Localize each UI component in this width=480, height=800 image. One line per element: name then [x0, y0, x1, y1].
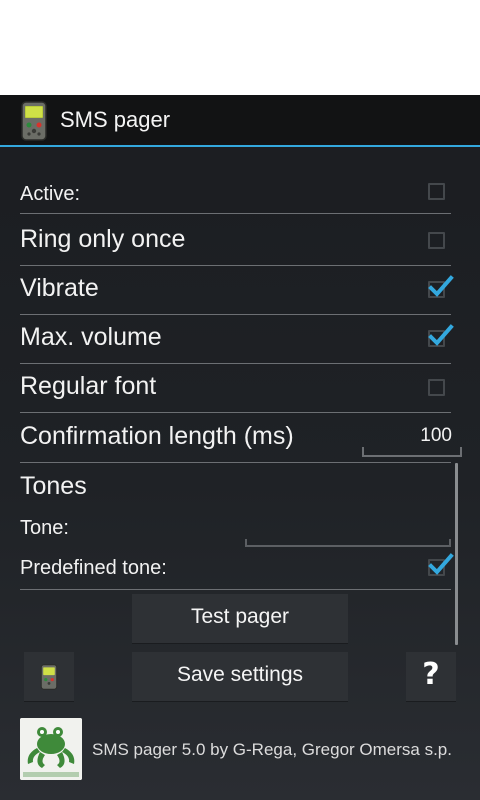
setting-max-volume[interactable]: Max. volume: [20, 316, 454, 364]
regular-font-label: Regular font: [20, 372, 157, 400]
setting-active[interactable]: Active:: [20, 177, 451, 214]
ring-only-once-checkbox[interactable]: [428, 232, 445, 249]
footer-credits: SMS pager 5.0 by G-Rega, Gregor Omersa s…: [92, 740, 452, 759]
setting-confirmation-length: Confirmation length (ms) 100: [20, 415, 462, 463]
pager-icon: [40, 664, 58, 690]
test-pager-label: Test pager: [190, 605, 290, 628]
tone-label: Tone:: [20, 517, 69, 539]
help-icon: ?: [422, 657, 440, 692]
save-settings-label: Save settings: [176, 663, 304, 686]
app-window: SMS pager Active: Ring only once Vibrate…: [0, 95, 480, 800]
tones-heading: Tones: [20, 472, 87, 500]
ring-only-once-label: Ring only once: [20, 225, 186, 253]
confirmation-length-input[interactable]: 100: [362, 415, 462, 457]
scrollbar[interactable]: [455, 463, 458, 645]
help-button[interactable]: ?: [406, 652, 456, 702]
confirmation-length-value: 100: [420, 425, 452, 446]
checkmark-icon: [428, 324, 454, 346]
setting-ring-only-once[interactable]: Ring only once: [20, 218, 451, 266]
predefined-tone-label: Predefined tone:: [20, 557, 167, 579]
max-volume-label: Max. volume: [20, 323, 162, 351]
regular-font-checkbox[interactable]: [428, 379, 445, 396]
app-title: SMS pager: [60, 107, 171, 132]
active-checkbox[interactable]: [428, 183, 445, 200]
action-bar: SMS pager: [0, 95, 480, 147]
frog-logo[interactable]: [20, 718, 82, 780]
setting-regular-font[interactable]: Regular font: [20, 365, 451, 413]
vibrate-label: Vibrate: [20, 274, 99, 302]
vibrate-checkbox[interactable]: [428, 275, 454, 298]
save-settings-button[interactable]: Save settings: [132, 652, 348, 702]
setting-vibrate[interactable]: Vibrate: [20, 267, 454, 315]
pager-icon-button[interactable]: [24, 652, 74, 702]
setting-predefined-tone[interactable]: Predefined tone:: [20, 550, 454, 590]
pager-icon[interactable]: [20, 101, 48, 141]
max-volume-checkbox[interactable]: [428, 324, 454, 347]
test-pager-button[interactable]: Test pager: [132, 594, 348, 644]
checkmark-icon: [428, 553, 454, 575]
tone-input[interactable]: [245, 515, 451, 547]
confirmation-length-label: Confirmation length (ms): [20, 422, 294, 450]
active-label: Active:: [20, 183, 81, 205]
tone-row: Tone:: [20, 515, 451, 549]
checkmark-icon: [428, 275, 454, 297]
frog-logo-icon: [20, 718, 82, 780]
predefined-tone-checkbox[interactable]: [428, 553, 454, 576]
